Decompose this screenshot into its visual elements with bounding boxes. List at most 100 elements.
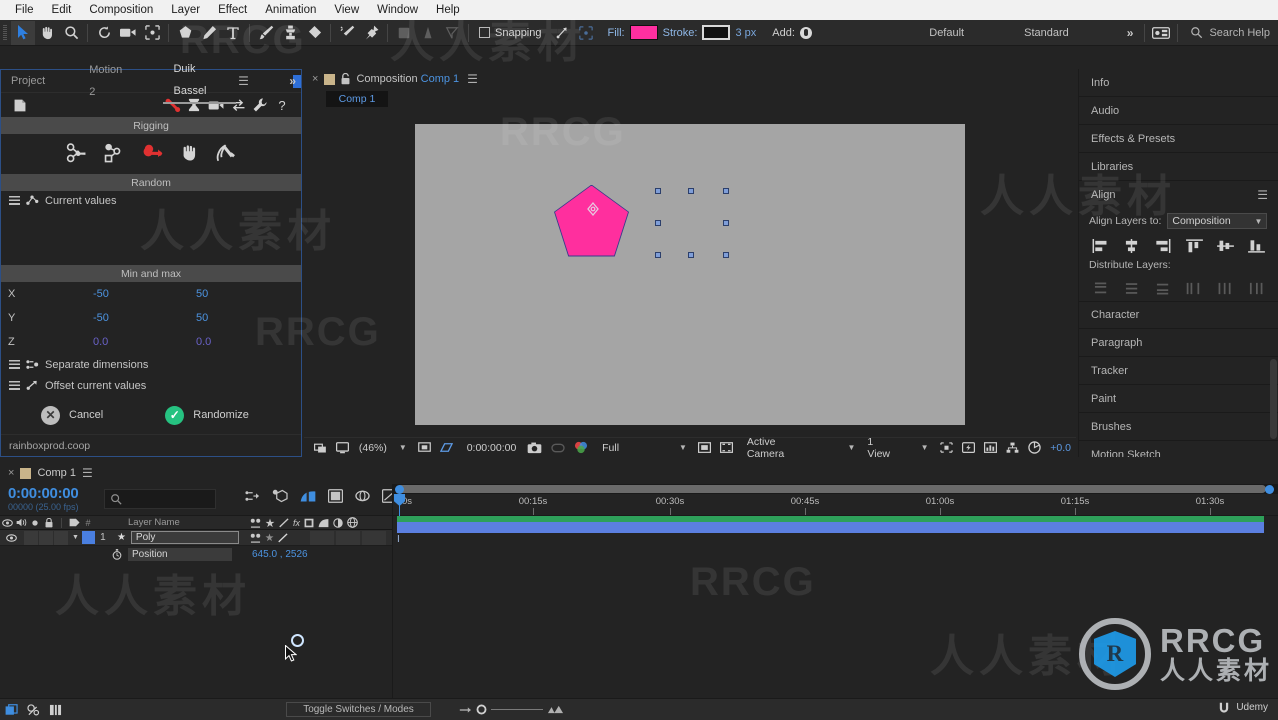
wrench-icon[interactable] xyxy=(249,95,271,115)
workspace-switch-icon[interactable] xyxy=(1149,21,1173,45)
pan-behind-tool-icon[interactable] xyxy=(140,21,164,45)
tab-motion-2[interactable]: Motion 2 xyxy=(79,59,137,103)
workspace-default[interactable]: Default xyxy=(929,27,964,39)
work-area-range[interactable] xyxy=(397,485,1266,493)
option-separate-dimensions[interactable]: Separate dimensions xyxy=(1,354,301,375)
audio-toggle-icon[interactable] xyxy=(14,518,28,527)
layer-expand-triangle-icon[interactable]: ▼ xyxy=(72,534,79,541)
panel-menu-icon[interactable]: ☰ xyxy=(82,466,93,480)
clone-stamp-tool-icon[interactable] xyxy=(278,21,302,45)
distribute-right-icon[interactable] xyxy=(1248,282,1264,295)
distribute-bottom-icon[interactable] xyxy=(1155,282,1171,295)
snapping-toggle[interactable]: Snapping xyxy=(479,27,542,39)
align-horizontal-center-icon[interactable] xyxy=(1123,239,1140,253)
extra-tool-1-icon[interactable] xyxy=(392,21,416,45)
chevron-double-right-icon[interactable]: » xyxy=(289,74,296,88)
active-camera-value[interactable]: Active Camera xyxy=(742,436,821,460)
menu-item-effect[interactable]: Effect xyxy=(209,0,256,20)
axis-max-z[interactable]: 0.0 xyxy=(196,336,211,348)
collapse-transform-icon[interactable] xyxy=(265,533,274,542)
layer-parent-cell[interactable] xyxy=(362,530,386,545)
always-preview-icon[interactable] xyxy=(310,439,332,457)
column-header-layer-name[interactable]: Layer Name xyxy=(128,517,180,528)
panel-menu-icon[interactable]: ☰ xyxy=(467,72,478,86)
timeline-search-input[interactable] xyxy=(104,489,216,509)
hide-shy-icon[interactable] xyxy=(22,703,44,716)
chevron-down-icon[interactable]: ▼ xyxy=(841,443,863,452)
auto-rig-icon[interactable] xyxy=(66,142,88,166)
stroke-width-value[interactable]: 3 px xyxy=(735,27,756,39)
add-dropdown-icon[interactable] xyxy=(799,26,812,39)
pentagon-shape[interactable] xyxy=(555,185,628,256)
axis-min-z[interactable]: 0.0 xyxy=(93,336,108,348)
randomize-button[interactable]: ✓ Randomize xyxy=(165,405,249,425)
comp-flowchart-icon[interactable] xyxy=(1001,439,1023,457)
menu-item-window[interactable]: Window xyxy=(368,0,427,20)
transparency-grid-icon[interactable] xyxy=(436,439,458,457)
panel-paint[interactable]: Paint xyxy=(1079,385,1278,413)
exposure-value[interactable]: +0.0 xyxy=(1045,439,1076,457)
hand-tool-icon[interactable] xyxy=(35,21,59,45)
tab-duik-bassel[interactable]: Duik Bassel xyxy=(163,58,237,104)
distribute-left-icon[interactable] xyxy=(1186,282,1202,295)
layer-audio-box[interactable] xyxy=(24,530,38,545)
stopwatch-icon[interactable] xyxy=(112,548,122,560)
axis-max-y[interactable]: 50 xyxy=(196,312,208,324)
zoom-out-icon[interactable] xyxy=(459,706,472,714)
timeline-zoom-control[interactable] xyxy=(459,704,564,715)
option-offset-current-values[interactable]: Offset current values xyxy=(1,375,301,396)
chevron-down-icon[interactable]: ▼ xyxy=(392,443,414,452)
snapping-checkbox[interactable] xyxy=(479,27,490,38)
composition-tab-comp1[interactable]: Comp 1 xyxy=(326,91,388,107)
layer-trkmat-cell[interactable] xyxy=(336,530,360,545)
panel-brushes[interactable]: Brushes xyxy=(1079,413,1278,441)
selection-handle[interactable] xyxy=(723,187,729,194)
current-time-value[interactable]: 0:00:00:00 xyxy=(462,439,522,457)
solo-toggle-icon[interactable] xyxy=(28,519,42,527)
menu-item-view[interactable]: View xyxy=(325,0,368,20)
chevron-down-icon[interactable]: ▼ xyxy=(1254,217,1262,226)
motion-blur-icon[interactable] xyxy=(300,490,316,503)
duik-link-icon[interactable] xyxy=(142,143,164,166)
shape-tool-icon[interactable] xyxy=(173,21,197,45)
structure-icon[interactable] xyxy=(104,143,126,166)
menu-item-layer[interactable]: Layer xyxy=(162,0,209,20)
panel-paragraph[interactable]: Paragraph xyxy=(1079,329,1278,357)
lock-toggle-icon[interactable] xyxy=(42,517,56,528)
panel-motion-sketch[interactable]: Motion Sketch xyxy=(1079,441,1278,458)
zoom-in-icon[interactable] xyxy=(547,705,564,714)
fill-color-swatch[interactable] xyxy=(629,25,658,40)
selection-handle[interactable] xyxy=(688,251,694,258)
layer-duration-bar[interactable] xyxy=(397,522,1264,533)
quality-icon[interactable] xyxy=(278,532,288,543)
align-top-icon[interactable] xyxy=(1185,239,1203,253)
chevron-down-icon[interactable]: ▼ xyxy=(914,443,936,452)
property-value[interactable]: 645.0 , 2526 xyxy=(252,549,308,560)
close-icon[interactable]: × xyxy=(8,467,14,479)
frame-blend-icon[interactable] xyxy=(44,704,66,716)
chevron-down-icon[interactable]: ▼ xyxy=(672,443,694,452)
panel-character[interactable]: Character xyxy=(1079,301,1278,329)
type-tool-icon[interactable] xyxy=(221,21,245,45)
quality-icon[interactable] xyxy=(279,517,289,528)
align-bottom-icon[interactable] xyxy=(1247,239,1265,253)
selection-handle[interactable] xyxy=(723,251,729,258)
hand-icon[interactable] xyxy=(180,143,199,165)
brush-tool-icon[interactable] xyxy=(254,21,278,45)
selection-handle[interactable] xyxy=(655,187,661,194)
monitor-icon[interactable] xyxy=(332,439,354,457)
layer-label-color[interactable] xyxy=(81,531,95,544)
axis-min-y[interactable]: -50 xyxy=(93,312,109,324)
snapshot-icon[interactable] xyxy=(521,439,547,457)
motion-blur-icon[interactable] xyxy=(318,518,329,528)
exposure-icon[interactable] xyxy=(1023,439,1045,457)
fast-previews-icon[interactable] xyxy=(958,439,980,457)
live-update-icon[interactable] xyxy=(245,490,260,503)
graph-editor-icon[interactable] xyxy=(328,489,343,503)
layer-name-input[interactable]: Poly xyxy=(130,531,239,544)
region-of-interest-icon[interactable] xyxy=(414,439,436,457)
cancel-button[interactable]: ✕ Cancel xyxy=(41,405,103,425)
show-snapshot-icon[interactable] xyxy=(547,439,569,457)
menu-item-help[interactable]: Help xyxy=(427,0,469,20)
drag-handle-icon[interactable] xyxy=(9,196,20,205)
